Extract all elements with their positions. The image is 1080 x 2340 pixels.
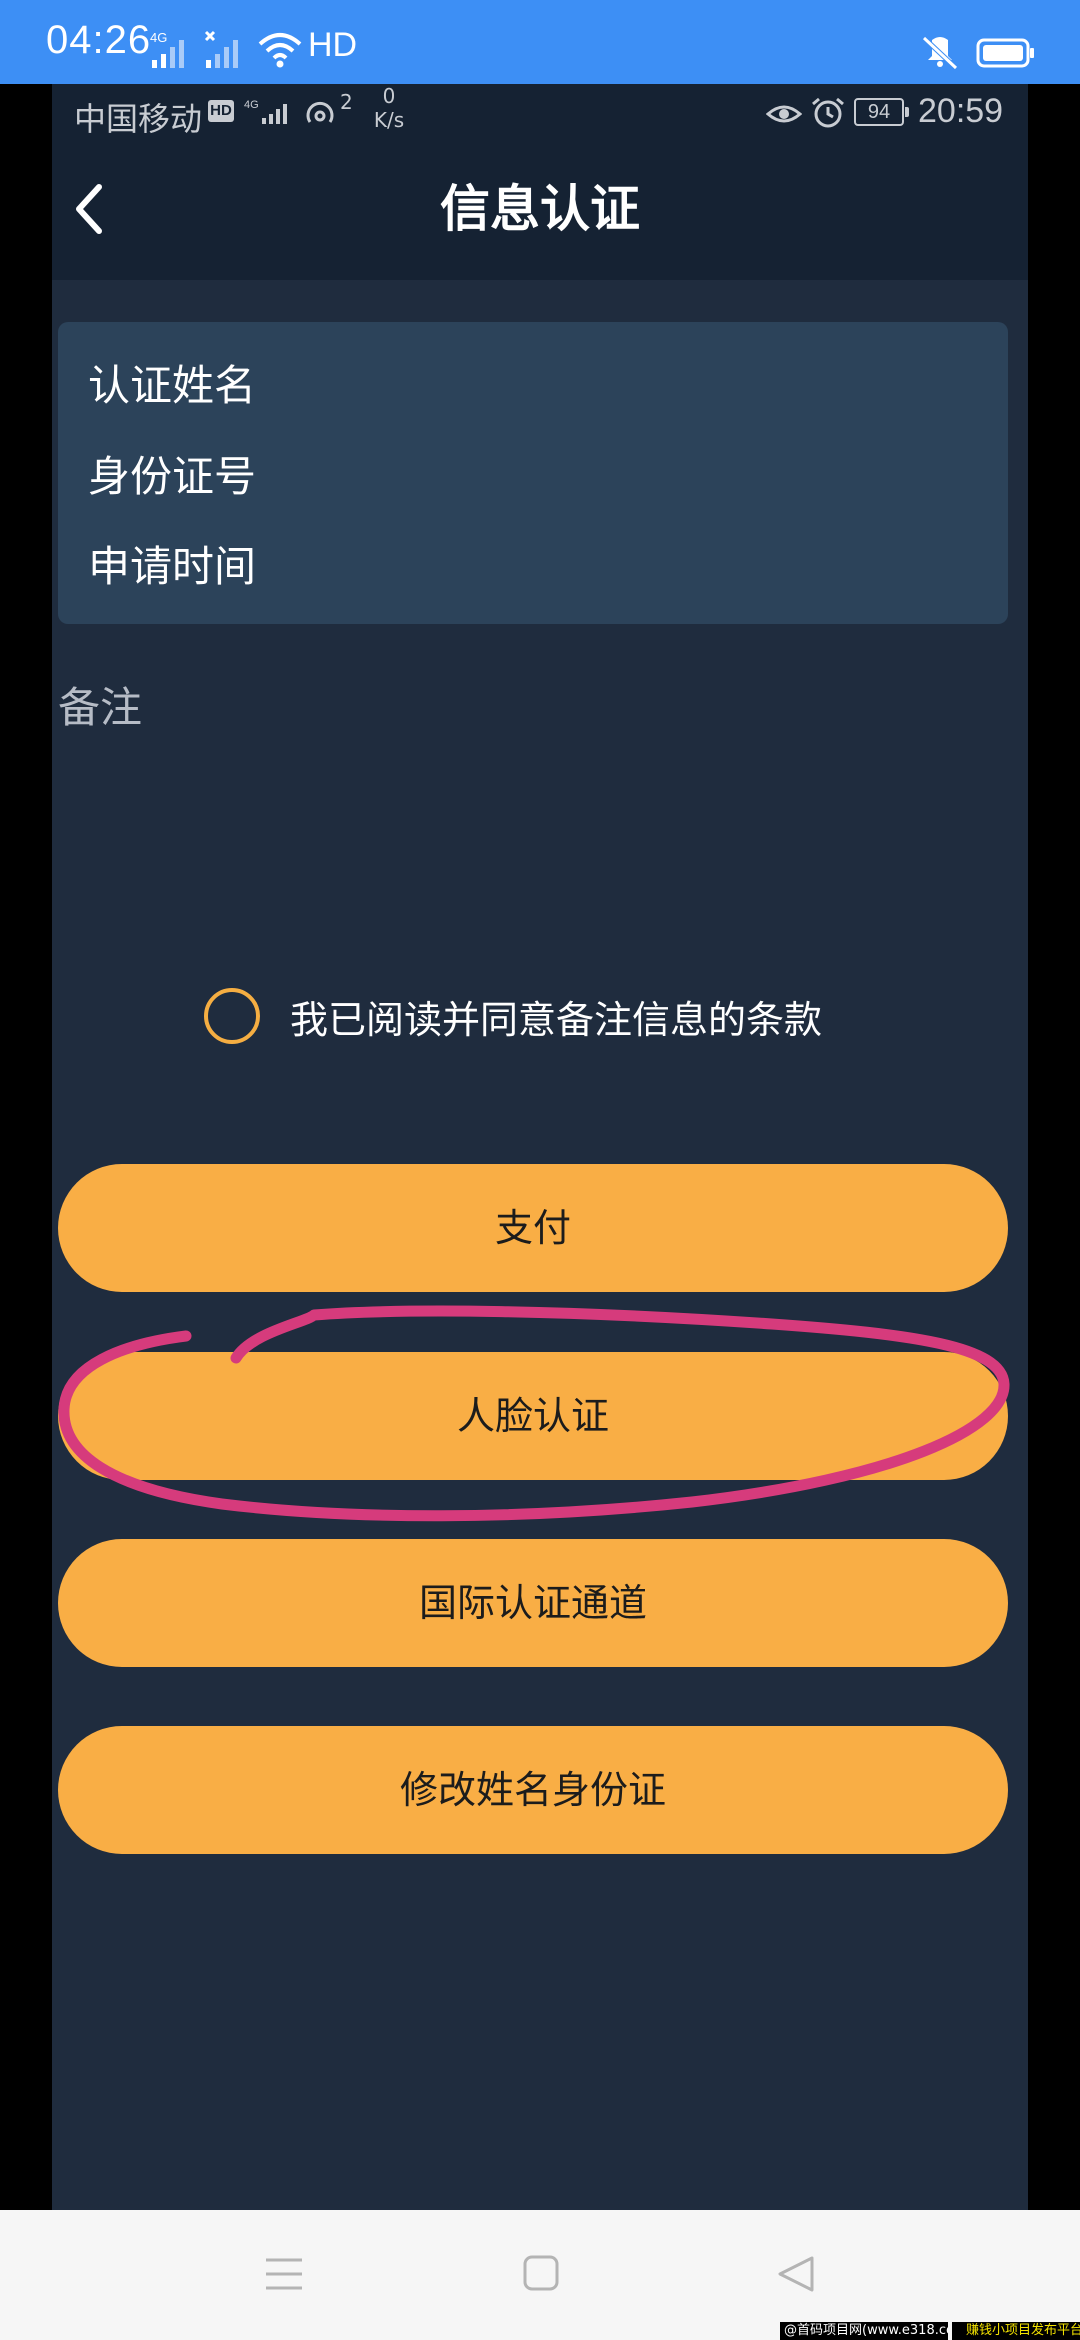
carrier-name: 中国移动 [74,100,203,138]
vibrate-mute-icon [922,36,958,70]
alarm-icon [812,97,844,128]
network-rate-unit: K/s [373,108,405,132]
signal-4g-icon: 4G [150,30,184,68]
international-verify-button[interactable]: 国际认证通道 [58,1539,1008,1667]
network-type-label: 4G [244,99,259,111]
remark-label: 备注 [58,683,143,732]
apply-time-label: 申请时间 [88,542,257,591]
eye-icon [766,105,802,123]
radio-unchecked-icon[interactable] [204,988,260,1044]
device-clock: 04:26 [46,18,152,62]
hotspot-icon [306,101,334,123]
network-rate-value: 0 [382,84,396,108]
app-clock: 20:59 [918,92,1004,130]
back-triangle-icon[interactable] [776,2254,816,2294]
hd-badge: HD [208,100,234,122]
agreement-text: 我已阅读并同意备注信息的条款 [290,997,823,1042]
home-square-icon[interactable] [522,2254,560,2292]
menu-icon[interactable] [264,2256,304,2292]
device-status-bar: 04:26 4G HD [0,0,1080,84]
title-bar: 信息认证 [52,144,1028,280]
app-screen: 中国移动 HD 4G 2 0 K/s 94 20:59 信息认证 认证姓名 身份… [52,84,1028,2210]
edit-name-id-button[interactable]: 修改姓名身份证 [58,1726,1008,1854]
pay-button[interactable]: 支付 [58,1164,1008,1292]
face-verify-button[interactable]: 人脸认证 [58,1352,1008,1480]
network-rate: 0 K/s [364,84,414,132]
name-label: 认证姓名 [88,361,257,410]
wifi-icon [258,33,302,68]
hotspot-count: 2 [340,90,353,114]
battery-icon [976,38,1034,68]
network-type-label: 4G [150,30,167,45]
chevron-left-icon [76,184,102,234]
agreement-checkbox-row[interactable]: 我已阅读并同意备注信息的条款 [204,984,822,1048]
watermark-left: @首码项目网(www.e318.com) [780,2322,948,2340]
battery-level: 94 [854,98,909,126]
id-number-label: 身份证号 [88,452,257,501]
hd-voice-indicator: HD [308,26,358,64]
signal-icon: 4G [244,99,287,124]
system-nav-bar: @首码项目网(www.e318.com) 赚钱小项目发布平台 [0,2210,1080,2340]
info-card: 认证姓名 身份证号 申请时间 [58,322,1008,624]
signal-no-sim-icon [204,30,238,68]
app-status-bar: 中国移动 HD 4G 2 0 K/s 94 20:59 [52,84,1028,144]
back-button[interactable] [54,174,124,244]
watermark-right: 赚钱小项目发布平台 [952,2322,1080,2340]
page-title: 信息认证 [440,180,640,238]
